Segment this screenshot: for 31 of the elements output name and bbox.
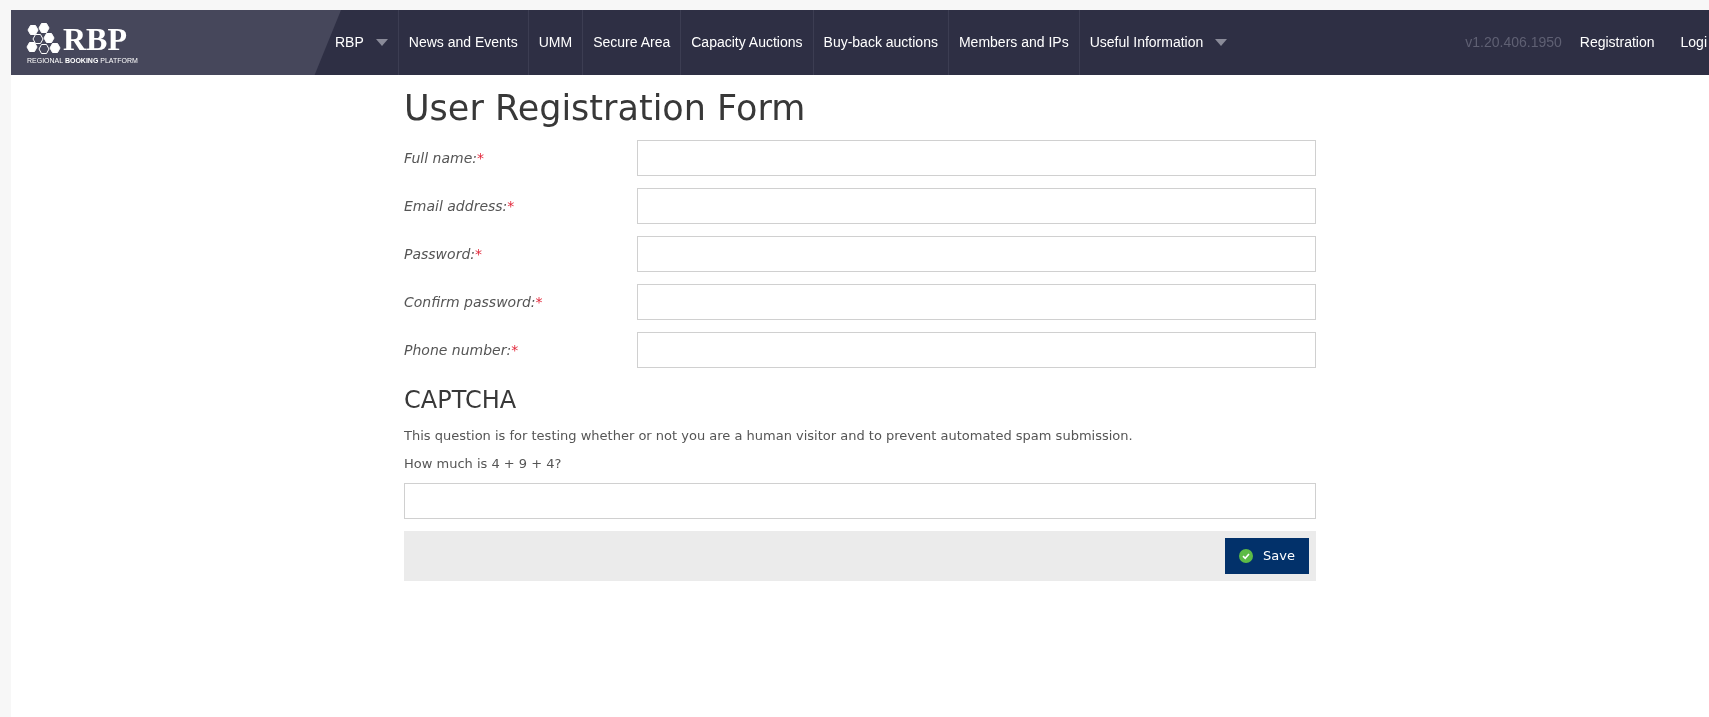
captcha-heading: CAPTCHA: [404, 385, 518, 416]
nav-item[interactable]: Capacity Auctions: [680, 10, 813, 75]
nav-item[interactable]: UMM: [527, 10, 583, 75]
field-label: Password:*: [404, 244, 483, 264]
logo-text: RBP: [63, 22, 127, 55]
captcha-question: How much is 4 + 9 + 4?: [404, 454, 563, 473]
input-field[interactable]: [637, 188, 1316, 224]
save-button[interactable]: Save: [1225, 538, 1309, 574]
input-field[interactable]: [637, 332, 1316, 368]
nav-item[interactable]: News and Events: [397, 10, 528, 75]
form-title: User Registration Form: [404, 91, 807, 126]
nav-item[interactable]: Members and IPs: [947, 10, 1079, 75]
captcha-input[interactable]: [404, 483, 1316, 519]
field-label: Full name:*: [404, 148, 485, 168]
input-field[interactable]: [637, 236, 1316, 272]
caret-icon: [1215, 39, 1228, 46]
input-field[interactable]: [637, 284, 1316, 320]
nav-item[interactable]: Secure Area: [582, 10, 681, 75]
hexagons-icon: [25, 21, 63, 56]
nav-link[interactable]: Logi: [1680, 32, 1709, 53]
field-label: Phone number:*: [404, 340, 520, 360]
field-label: Email address:*: [404, 196, 516, 216]
captcha-description: This question is for testing whether or not you are a human visitor and to prevent automated spam submission.: [404, 427, 1134, 445]
caret-icon: [375, 39, 388, 46]
input-field[interactable]: [637, 140, 1316, 176]
nav-item[interactable]: Useful Information: [1078, 10, 1238, 75]
field-label: Confirm password:*: [404, 292, 544, 312]
nav-link[interactable]: Registration: [1579, 32, 1655, 53]
nav-item[interactable]: RBP: [325, 10, 398, 75]
nav-item[interactable]: Buy-back auctions: [812, 10, 948, 75]
check-circle-icon: [1239, 549, 1254, 563]
